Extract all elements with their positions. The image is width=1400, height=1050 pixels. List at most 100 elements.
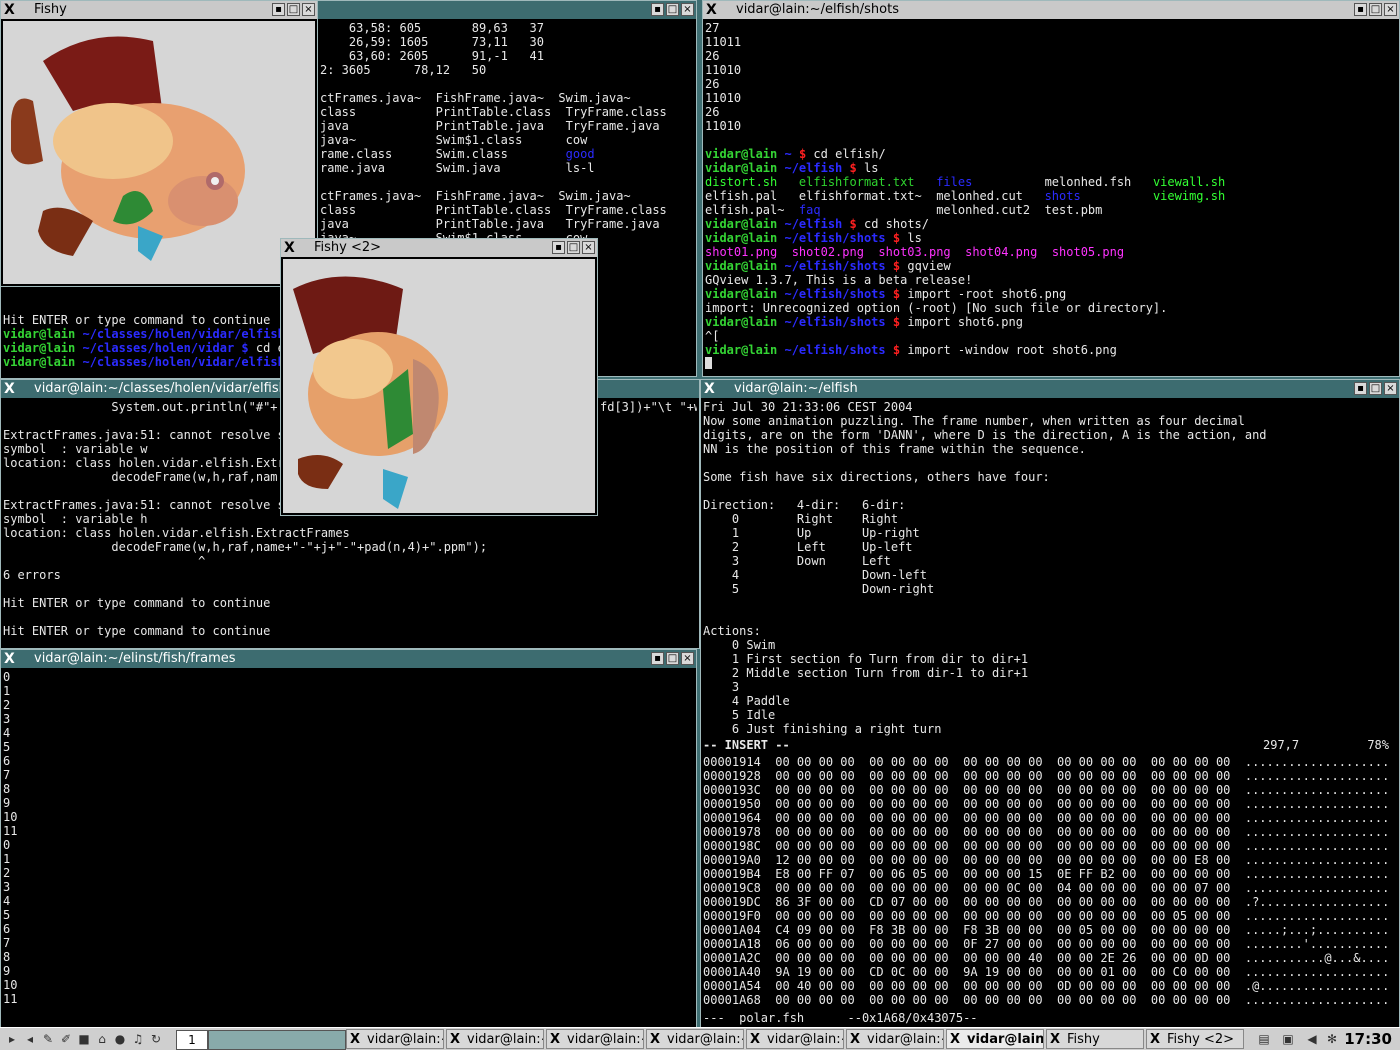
terminal-line: 2: 3605 78,12 50 xyxy=(320,63,487,77)
hex-bytes: 00 00 00 00 00 00 00 00 00 00 00 00 00 0… xyxy=(775,909,1231,923)
task-button[interactable]: Xvidar@lain:~ xyxy=(846,1029,944,1049)
close-button[interactable]: × xyxy=(681,652,694,665)
terminal-line: 7 xyxy=(3,768,11,782)
maximize-button[interactable]: □ xyxy=(287,3,300,16)
terminal-line: ctFrames.java~ FishFrame.java~ Swim.java… xyxy=(320,91,631,105)
pager[interactable] xyxy=(208,1030,346,1050)
hex-offset: 00001A18 xyxy=(703,937,761,951)
terminal-titlebar[interactable]: ▪ □ × xyxy=(318,1,696,19)
prompt-user: vidar@lain xyxy=(705,231,778,245)
minimize-button[interactable]: ▪ xyxy=(1354,3,1367,16)
close-button[interactable]: × xyxy=(582,241,595,254)
terminal-line: 8 xyxy=(3,782,11,796)
home-icon[interactable]: ⌂ xyxy=(94,1031,110,1047)
maximize-button[interactable]: □ xyxy=(567,241,580,254)
task-button[interactable]: X Fishy <2> xyxy=(1146,1029,1244,1049)
fishy-window[interactable]: X Fishy ▪ □ × xyxy=(0,0,318,287)
hex-bytes: 00 00 00 00 00 00 00 00 00 00 00 00 00 0… xyxy=(775,755,1231,769)
prompt-dollar: $ xyxy=(798,147,807,161)
minimize-button[interactable]: ▪ xyxy=(651,652,664,665)
task-button[interactable]: Xvidar@lain:~ xyxy=(946,1029,1044,1049)
terminal-line: decodeFrame(w,h,raf,name+"-"+j+"-"+pad(n… xyxy=(3,540,488,554)
terminal-body[interactable]: 27 11011 26 11010 26 11010 26 11010 vidar@lain ~… xyxy=(705,21,1397,374)
fishy-titlebar[interactable]: X Fishy ▪ □ × xyxy=(1,1,317,19)
maximize-button[interactable]: □ xyxy=(666,652,679,665)
terminal-line: Direction: 4-dir: 6-dir: xyxy=(703,498,906,512)
editor-body[interactable]: Fri Jul 30 21:33:06 CEST 2004 Now some an… xyxy=(703,400,1397,752)
terminal-line: rame.class Swim.class good xyxy=(320,147,595,161)
prompt-line: vidar@lain ~/elfish/shots $ import shot6… xyxy=(705,315,1397,329)
monitor-icon[interactable]: ▣ xyxy=(1280,1031,1296,1047)
hex-bytes: 00 00 00 00 00 00 00 00 00 00 00 40 00 0… xyxy=(775,951,1231,965)
terminal-line: 3 xyxy=(703,680,747,694)
arrow-icon[interactable]: ◂ xyxy=(22,1031,38,1047)
ls-entry: viewall.sh xyxy=(1152,175,1240,189)
task-button[interactable]: Xvidar@lain:~ xyxy=(546,1029,644,1049)
x-logo-icon: X xyxy=(1150,1032,1161,1047)
fishy2-window[interactable]: X Fishy <2> ▪ □ × xyxy=(280,238,598,516)
terminal-line: Fri Jul 30 21:33:06 CEST 2004 xyxy=(703,400,913,414)
minimize-button[interactable]: ▪ xyxy=(651,3,664,16)
maximize-button[interactable]: □ xyxy=(666,3,679,16)
minimize-button[interactable]: ▪ xyxy=(1354,382,1367,395)
globe-icon[interactable]: ● xyxy=(112,1031,128,1047)
pencil-icon[interactable]: ✐ xyxy=(58,1031,74,1047)
terminal-body[interactable]: Hit ENTER or type command to continue vid… xyxy=(3,313,315,376)
maximize-button[interactable]: □ xyxy=(1369,382,1382,395)
terminal-titlebar[interactable]: X vidar@lain:~/elinst/fish/frames ▪ □ × xyxy=(1,650,696,668)
terminal-body[interactable]: 0 1 2 3 4 5 6 7 8 9 10 11 0 1 2 3 4 5 6 7 8 9 10 11 xyxy=(3,670,694,1025)
network-icon[interactable]: ✻ xyxy=(1324,1031,1340,1047)
hex-body[interactable]: 00001914 00 00 00 00 00 00 00 00 00 00 0… xyxy=(703,755,1397,1025)
terminal-line: java PrintTable.java TryFrame.java xyxy=(320,217,660,231)
editor-titlebar[interactable]: X vidar@lain:~/elfish ▪ □ × xyxy=(701,380,1399,398)
clipboard-icon[interactable]: ▤ xyxy=(1256,1031,1272,1047)
task-button[interactable]: X Fishy xyxy=(1046,1029,1144,1049)
hex-row: 00001A18 06 00 00 00 00 00 00 00 0F 27 0… xyxy=(703,937,1397,951)
media-icon[interactable]: ♫ xyxy=(130,1031,146,1047)
hex-offset: 00001964 xyxy=(703,811,761,825)
task-button[interactable]: Xvidar@lain:~ xyxy=(746,1029,844,1049)
terminal-line: 26,59: 1605 73,11 30 xyxy=(320,35,544,49)
minimize-button[interactable]: ▪ xyxy=(552,241,565,254)
fishy2-titlebar[interactable]: X Fishy <2> ▪ □ × xyxy=(281,239,597,257)
terminal-line: 1 Up Up-right xyxy=(703,526,920,540)
terminal-leftmid[interactable]: Hit ENTER or type command to continue vid… xyxy=(0,287,318,379)
hex-row: 000019F0 00 00 00 00 00 00 00 00 00 00 0… xyxy=(703,909,1397,923)
hex-offset: 000019F0 xyxy=(703,909,761,923)
taskbar: ▸ ◂ ✎ ✐ ■ ⌂ ● ♫ ↻ 1 Xvidar@lain:~ Xvidar@… xyxy=(0,1027,1400,1050)
terminal-line: 0 xyxy=(3,670,11,684)
terminal-icon[interactable]: ■ xyxy=(76,1031,92,1047)
prompt-dollar: $ xyxy=(892,259,901,273)
close-button[interactable]: × xyxy=(1384,382,1397,395)
close-button[interactable]: × xyxy=(1384,3,1397,16)
terminal-line: 6 xyxy=(3,922,11,936)
volume-icon[interactable]: ◀ xyxy=(1304,1031,1320,1047)
hex-row: 00001A54 00 40 00 00 00 00 00 00 00 00 0… xyxy=(703,979,1397,993)
terminal-shots[interactable]: X vidar@lain:~/elfish/shots ▪ □ × 27 11011 2… xyxy=(702,0,1400,377)
x-logo-icon: X xyxy=(850,1032,861,1047)
prompt-line: vidar@lain ~/elfish/shots $ gqview xyxy=(705,259,1397,273)
terminal-titlebar[interactable]: X vidar@lain:~/elfish/shots ▪ □ × xyxy=(703,1,1399,19)
minimize-button[interactable]: ▪ xyxy=(272,3,285,16)
task-button[interactable]: Xvidar@lain:~ xyxy=(646,1029,744,1049)
terminal-line: 11010 xyxy=(705,119,742,133)
wrench-icon[interactable]: ✎ xyxy=(40,1031,56,1047)
task-button[interactable]: Xvidar@lain:~ xyxy=(446,1029,544,1049)
ls-entry: shot04.png xyxy=(965,245,1052,259)
pager-desktop-1[interactable]: 1 xyxy=(176,1030,208,1050)
terminal-output: Hit ENTER or type command to continue vid… xyxy=(3,313,315,369)
command-text: import -window root shot6.png xyxy=(907,343,1117,357)
prompt-user: vidar@lain xyxy=(705,259,778,273)
close-button[interactable]: × xyxy=(302,3,315,16)
hex-viewer[interactable]: 00001914 00 00 00 00 00 00 00 00 00 00 0… xyxy=(700,753,1400,1028)
task-label: Fishy <2> xyxy=(1167,1032,1235,1047)
editor-text[interactable]: Fri Jul 30 21:33:06 CEST 2004 Now some an… xyxy=(703,400,1397,736)
close-button[interactable]: × xyxy=(681,3,694,16)
desktop-menu-icon[interactable]: ▸ xyxy=(4,1031,20,1047)
refresh-icon[interactable]: ↻ xyxy=(148,1031,164,1047)
maximize-button[interactable]: □ xyxy=(1369,3,1382,16)
editor-elfish[interactable]: X vidar@lain:~/elfish ▪ □ × Fri Jul 30 21:… xyxy=(700,379,1400,755)
task-button[interactable]: Xvidar@lain:~ xyxy=(346,1029,444,1049)
terminal-frames[interactable]: X vidar@lain:~/elinst/fish/frames ▪ □ × 01… xyxy=(0,649,697,1028)
